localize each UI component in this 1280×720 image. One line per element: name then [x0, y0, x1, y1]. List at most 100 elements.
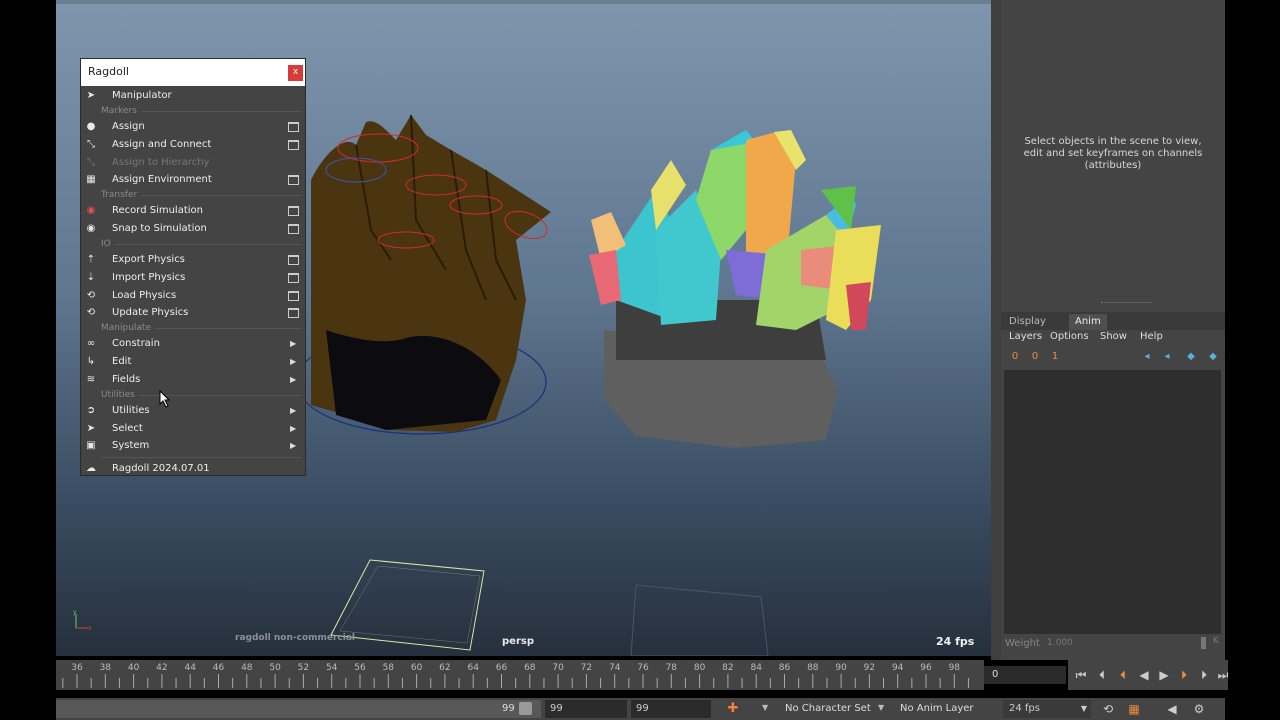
- new-layer-icon[interactable]: ◆: [1183, 350, 1199, 364]
- new-layer-selected-icon[interactable]: ◆: [1205, 350, 1221, 364]
- anim-layer-select[interactable]: No Anim Layer: [900, 700, 974, 718]
- anim-layer-chevron-down-icon[interactable]: ▼: [878, 703, 884, 712]
- time-slider[interactable]: 36 38 40 42 44 46 48 50 52 54 56 58 60 62 64 66 68 70 72 74…: [56, 660, 984, 690]
- animation-end-field[interactable]: 99: [631, 700, 711, 718]
- ragdoll-titlebar[interactable]: Ragdoll x: [81, 59, 305, 86]
- submenu-arrow-icon: ▶: [290, 441, 297, 450]
- option-box-icon[interactable]: [288, 175, 299, 185]
- menu-help[interactable]: Help: [1140, 331, 1163, 342]
- option-box-icon[interactable]: [288, 308, 299, 318]
- range-end-display: 99: [502, 703, 515, 714]
- connect-icon: ⤡: [87, 139, 95, 150]
- move-layer-up-icon[interactable]: ◂: [1139, 350, 1155, 364]
- tab-anim[interactable]: Anim: [1069, 314, 1107, 330]
- menu-layers[interactable]: Layers: [1009, 331, 1042, 342]
- option-box-icon[interactable]: [288, 224, 299, 234]
- fps-readout: 24 fps: [936, 635, 975, 648]
- tab-display[interactable]: Display: [1003, 314, 1052, 330]
- ruler-tick-label: 68: [524, 663, 536, 673]
- ruler-tick-label: 90: [835, 663, 847, 673]
- menu-item-manipulator[interactable]: ➤ Manipulator: [81, 87, 305, 105]
- second-grid-outline: [630, 584, 769, 656]
- watermark-text: ragdoll non-commercial: [235, 633, 356, 643]
- menu-item-import-physics[interactable]: ⇣ Import Physics: [81, 269, 305, 287]
- menu-item-system[interactable]: ▣ System ▶: [81, 437, 305, 455]
- move-layer-down-icon[interactable]: ◂: [1159, 350, 1175, 364]
- menu-item-edit[interactable]: ↳ Edit ▶: [81, 353, 305, 371]
- option-box-icon[interactable]: [288, 140, 299, 150]
- character-set-select[interactable]: No Character Set: [785, 700, 871, 718]
- step-back-frame-icon[interactable]: ⏴: [1115, 667, 1131, 683]
- option-box-icon[interactable]: [288, 291, 299, 301]
- load-icon: ⟲: [86, 290, 96, 301]
- range-slider-track[interactable]: [56, 700, 541, 718]
- select-pointer-icon: ➤: [86, 423, 96, 434]
- menu-item-update-physics[interactable]: ⟲ Update Physics: [81, 304, 305, 322]
- menu-options[interactable]: Options: [1050, 331, 1089, 342]
- cache-icon[interactable]: ▦: [1125, 701, 1143, 717]
- menu-item-label: System: [112, 440, 150, 451]
- menu-item-select[interactable]: ➤ Select ▶: [81, 420, 305, 438]
- go-to-end-icon[interactable]: ⏭: [1215, 667, 1231, 683]
- step-forward-key-icon[interactable]: ⏵: [1196, 667, 1212, 683]
- option-box-icon[interactable]: [288, 206, 299, 216]
- axis-gizmo: y x: [73, 609, 92, 632]
- ruler-tick-label: 56: [354, 663, 366, 673]
- auto-key-icon[interactable]: ✚: [724, 701, 742, 717]
- section-label: Manipulate: [101, 322, 155, 334]
- layer-key-icon[interactable]: 0: [1027, 350, 1043, 364]
- snap-icon: ◉: [86, 223, 96, 234]
- go-to-start-icon[interactable]: ⏮: [1073, 667, 1089, 683]
- submenu-arrow-icon: ▶: [290, 375, 297, 384]
- current-frame-field[interactable]: 0: [984, 666, 1066, 684]
- layer-one-key-icon[interactable]: 1: [1047, 350, 1063, 364]
- weight-key-button[interactable]: K: [1213, 636, 1219, 646]
- menu-item-label: Edit: [112, 356, 132, 367]
- ruler-tick-label: 42: [156, 663, 167, 673]
- weight-slider[interactable]: [1201, 637, 1206, 649]
- play-forward-icon[interactable]: ▶: [1156, 667, 1172, 683]
- option-box-icon[interactable]: [288, 122, 299, 132]
- loop-icon[interactable]: ⟲: [1099, 701, 1117, 717]
- option-box-icon[interactable]: [288, 255, 299, 265]
- close-button[interactable]: x: [288, 65, 303, 81]
- character-set-chevron-down-icon[interactable]: ▼: [762, 703, 768, 712]
- menu-item-assign-environment[interactable]: ▦ Assign Environment: [81, 171, 305, 189]
- viewport-divider[interactable]: [991, 0, 1001, 660]
- ruler-tick-label: 96: [920, 663, 932, 673]
- menu-item-label: Update Physics: [112, 307, 189, 318]
- menu-item-label: Utilities: [112, 405, 150, 416]
- menu-item-snap-to-simulation[interactable]: ◉ Snap to Simulation: [81, 220, 305, 238]
- channel-box: Select objects in the scene to view, edi…: [1001, 0, 1225, 312]
- ruler-tick-label: 36: [71, 663, 83, 673]
- layer-editor-tabs: Display Anim: [1001, 312, 1225, 330]
- ruler-tick-label: 78: [666, 663, 678, 673]
- menu-item-assign[interactable]: ● Assign: [81, 118, 305, 136]
- range-slider-handle[interactable]: [519, 702, 532, 715]
- menu-item-constrain[interactable]: ∞ Constrain ▶: [81, 335, 305, 353]
- settings-icon[interactable]: ⚙: [1190, 701, 1208, 717]
- layer-list[interactable]: [1004, 370, 1221, 634]
- menu-item-label: Assign to Hierarchy: [112, 157, 210, 168]
- panel-resize-handle[interactable]: [1101, 302, 1151, 303]
- weight-field[interactable]: 1.000: [1047, 636, 1197, 650]
- animation-start-field[interactable]: 99: [545, 700, 627, 718]
- menu-item-export-physics[interactable]: ⇡ Export Physics: [81, 251, 305, 269]
- ruler-tick-label: 48: [241, 663, 253, 673]
- menu-item-assign-connect[interactable]: ⤡ Assign and Connect: [81, 136, 305, 154]
- layer-zero-key-icon[interactable]: 0: [1007, 350, 1023, 364]
- fps-select[interactable]: 24 fps ▼: [1003, 700, 1091, 718]
- menu-item-version[interactable]: ☁ Ragdoll 2024.07.01: [81, 460, 305, 478]
- menu-item-utilities[interactable]: ➲ Utilities ▶: [81, 402, 305, 420]
- menu-show[interactable]: Show: [1100, 331, 1127, 342]
- option-box-icon[interactable]: [288, 273, 299, 283]
- sound-icon[interactable]: ◀: [1163, 701, 1181, 717]
- menu-item-record-simulation[interactable]: ◉ Record Simulation: [81, 202, 305, 220]
- menu-item-label: Record Simulation: [112, 205, 203, 216]
- play-backward-icon[interactable]: ◀: [1136, 667, 1152, 683]
- step-back-key-icon[interactable]: ⏴: [1094, 667, 1110, 683]
- menu-item-fields[interactable]: ≋ Fields ▶: [81, 371, 305, 389]
- menu-item-load-physics[interactable]: ⟲ Load Physics: [81, 287, 305, 305]
- step-forward-frame-icon[interactable]: ⏵: [1176, 667, 1192, 683]
- ruler-tick-label: 84: [750, 663, 762, 673]
